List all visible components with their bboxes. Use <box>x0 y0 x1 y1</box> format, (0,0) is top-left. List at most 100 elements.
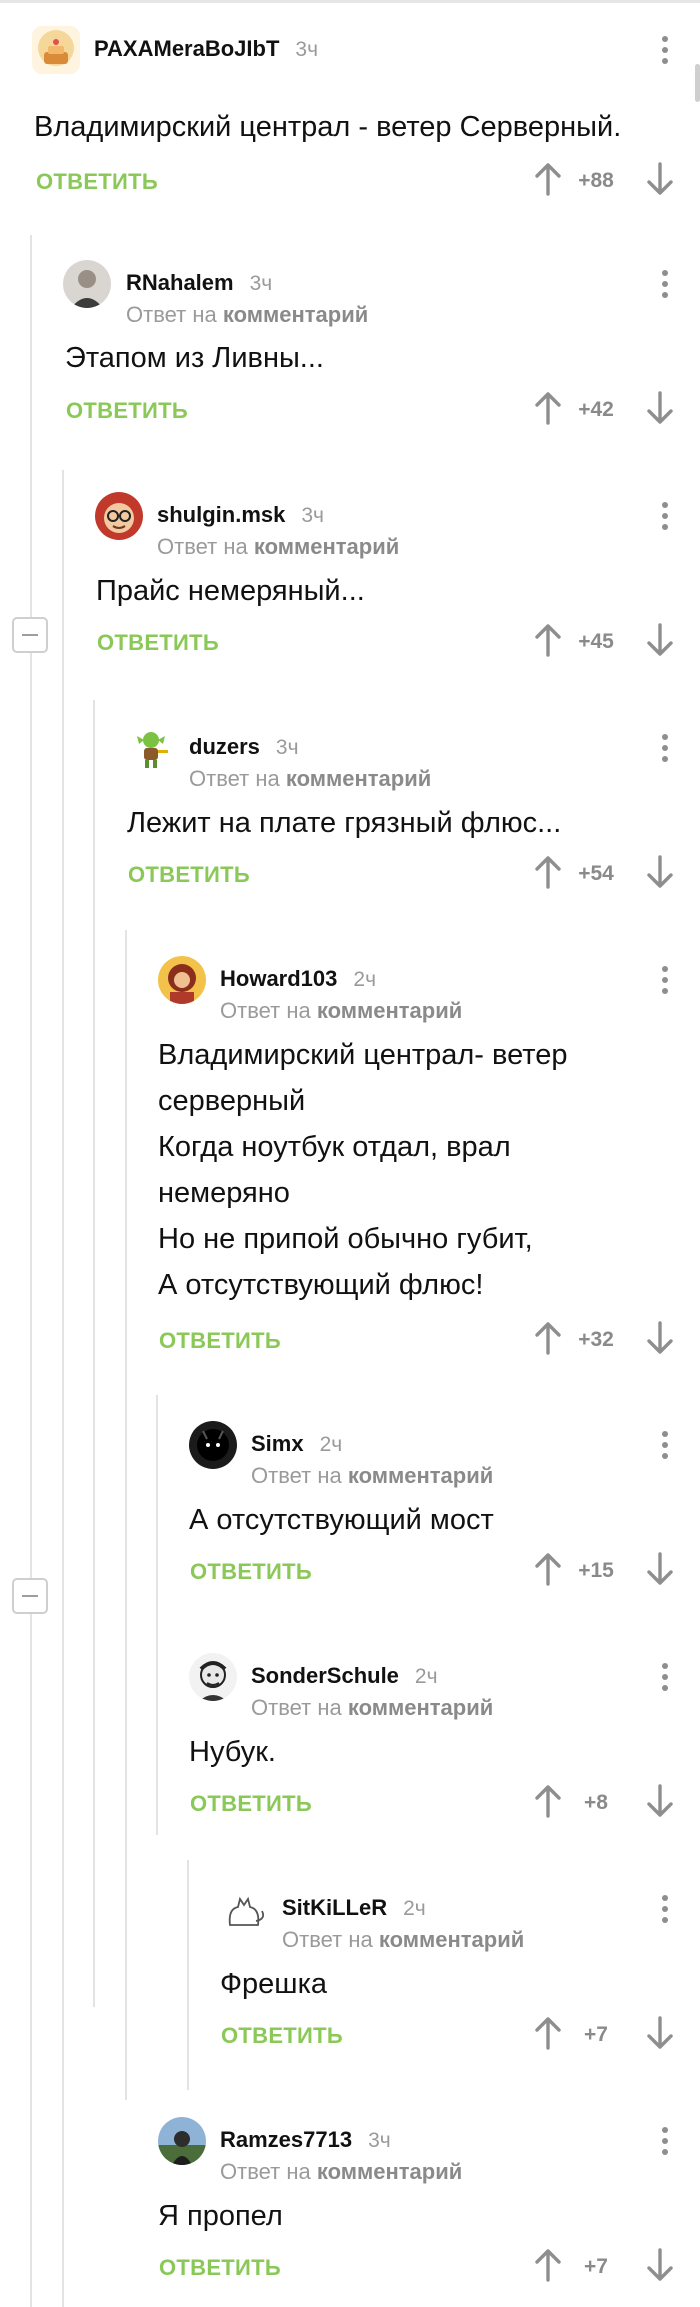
reply-to-link[interactable]: комментарий <box>348 1463 493 1488</box>
upvote-arrow-icon[interactable] <box>534 623 562 657</box>
username[interactable]: Howard103 2ч <box>220 966 376 992</box>
comment-text: А отсутствующий мост <box>189 1504 494 1536</box>
avatar[interactable] <box>95 492 143 540</box>
upvote-arrow-icon[interactable] <box>534 2016 562 2050</box>
avatar[interactable] <box>158 2117 206 2165</box>
downvote-arrow-icon[interactable] <box>646 162 674 196</box>
collapse-thread-button[interactable] <box>12 1578 48 1614</box>
comment-text: Нубук. <box>189 1736 276 1768</box>
avatar[interactable] <box>189 1421 237 1469</box>
avatar-cake-icon <box>32 26 80 74</box>
downvote-arrow-icon[interactable] <box>646 391 674 425</box>
reply-to-label: Ответ на комментарий <box>251 1695 494 1720</box>
scrollbar[interactable] <box>695 64 700 102</box>
reply-button[interactable]: ОТВЕТИТЬ <box>66 398 188 424</box>
avatar[interactable] <box>158 956 206 1004</box>
username[interactable]: PAXAMeraBoJIbT 3ч <box>94 36 318 62</box>
reply-to-link[interactable]: комментарий <box>379 1927 524 1952</box>
thread-line <box>30 235 32 2307</box>
more-options-icon[interactable] <box>660 1431 670 1465</box>
vote-score: +88 <box>578 169 614 192</box>
reply-button[interactable]: ОТВЕТИТЬ <box>221 2023 343 2049</box>
reply-to-label: Ответ на комментарий <box>251 1463 494 1488</box>
top-divider <box>0 0 700 3</box>
reply-button[interactable]: ОТВЕТИТЬ <box>97 630 219 656</box>
vote-score: +8 <box>584 1791 608 1814</box>
avatar-silhouette-icon <box>189 1421 237 1469</box>
reply-to-label: Ответ на комментарий <box>220 998 463 1023</box>
reply-button[interactable]: ОТВЕТИТЬ <box>159 2255 281 2281</box>
reply-button[interactable]: ОТВЕТИТЬ <box>190 1791 312 1817</box>
reply-to-label: Ответ на комментарий <box>126 302 369 327</box>
reply-button[interactable]: ОТВЕТИТЬ <box>190 1559 312 1585</box>
more-options-icon[interactable] <box>660 2127 670 2161</box>
timestamp: 3ч <box>301 504 324 527</box>
avatar[interactable] <box>220 1885 268 1933</box>
upvote-arrow-icon[interactable] <box>534 1321 562 1355</box>
username[interactable]: duzers 3ч <box>189 734 299 760</box>
thread-line <box>156 1395 158 1835</box>
downvote-arrow-icon[interactable] <box>646 623 674 657</box>
upvote-arrow-icon[interactable] <box>534 1552 562 1586</box>
comment-text: Владимирский централ - ветер Серверный. <box>34 111 622 143</box>
avatar-cat-icon <box>220 1885 268 1933</box>
avatar-character-icon <box>158 956 206 1004</box>
more-options-icon[interactable] <box>660 36 670 70</box>
reply-button[interactable]: ОТВЕТИТЬ <box>36 169 158 195</box>
timestamp: 2ч <box>353 968 377 991</box>
reply-to-label: Ответ на комментарий <box>157 534 400 559</box>
upvote-arrow-icon[interactable] <box>534 1784 562 1818</box>
reply-to-link[interactable]: комментарий <box>286 766 431 791</box>
vote-score: +45 <box>578 630 614 653</box>
avatar-photo-icon <box>158 2117 206 2165</box>
vote-score: +32 <box>578 1328 614 1351</box>
vote-score: +54 <box>578 862 614 885</box>
username[interactable]: Ramzes7713 3ч <box>220 2127 391 2153</box>
avatar[interactable] <box>127 724 175 772</box>
reply-to-link[interactable]: комментарий <box>223 302 368 327</box>
avatar-goblin-icon <box>127 724 175 772</box>
downvote-arrow-icon[interactable] <box>646 855 674 889</box>
username[interactable]: SitKiLLeR 2ч <box>282 1895 426 1921</box>
thread-line <box>187 1860 189 2090</box>
reply-to-link[interactable]: комментарий <box>317 2159 462 2184</box>
upvote-arrow-icon[interactable] <box>534 2248 562 2282</box>
thread-line <box>93 700 95 2007</box>
upvote-arrow-icon[interactable] <box>534 855 562 889</box>
comment-text: Владимирский централ- ветер серверный Ко… <box>158 1039 568 1301</box>
username[interactable]: SonderSchule 2ч <box>251 1663 438 1689</box>
comment-text: Этапом из Ливны... <box>65 342 324 374</box>
comment-text: Лежит на плате грязный флюс... <box>127 807 562 839</box>
username[interactable]: shulgin.msk 3ч <box>157 502 324 528</box>
timestamp: 3ч <box>295 38 319 61</box>
reply-button[interactable]: ОТВЕТИТЬ <box>128 862 250 888</box>
username[interactable]: RNahalem 3ч <box>126 270 272 296</box>
more-options-icon[interactable] <box>660 966 670 1000</box>
reply-to-link[interactable]: комментарий <box>254 534 399 559</box>
more-options-icon[interactable] <box>660 270 670 304</box>
reply-to-link[interactable]: комментарий <box>317 998 462 1023</box>
timestamp: 3ч <box>249 272 273 295</box>
timestamp: 3ч <box>368 2129 391 2152</box>
more-options-icon[interactable] <box>660 734 670 768</box>
more-options-icon[interactable] <box>660 1895 670 1929</box>
downvote-arrow-icon[interactable] <box>646 1321 674 1355</box>
downvote-arrow-icon[interactable] <box>646 1784 674 1818</box>
reply-to-link[interactable]: комментарий <box>348 1695 493 1720</box>
avatar[interactable] <box>189 1653 237 1701</box>
downvote-arrow-icon[interactable] <box>646 1552 674 1586</box>
avatar[interactable] <box>32 26 80 74</box>
avatar[interactable] <box>63 260 111 308</box>
reply-button[interactable]: ОТВЕТИТЬ <box>159 1328 281 1354</box>
thread-line <box>62 470 64 2307</box>
username[interactable]: Simx 2ч <box>251 1431 342 1457</box>
avatar-portrait-icon <box>189 1653 237 1701</box>
upvote-arrow-icon[interactable] <box>534 391 562 425</box>
more-options-icon[interactable] <box>660 1663 670 1697</box>
upvote-arrow-icon[interactable] <box>534 162 562 196</box>
downvote-arrow-icon[interactable] <box>646 2016 674 2050</box>
downvote-arrow-icon[interactable] <box>646 2248 674 2282</box>
collapse-thread-button[interactable] <box>12 617 48 653</box>
more-options-icon[interactable] <box>660 502 670 536</box>
reply-to-label: Ответ на комментарий <box>189 766 432 791</box>
